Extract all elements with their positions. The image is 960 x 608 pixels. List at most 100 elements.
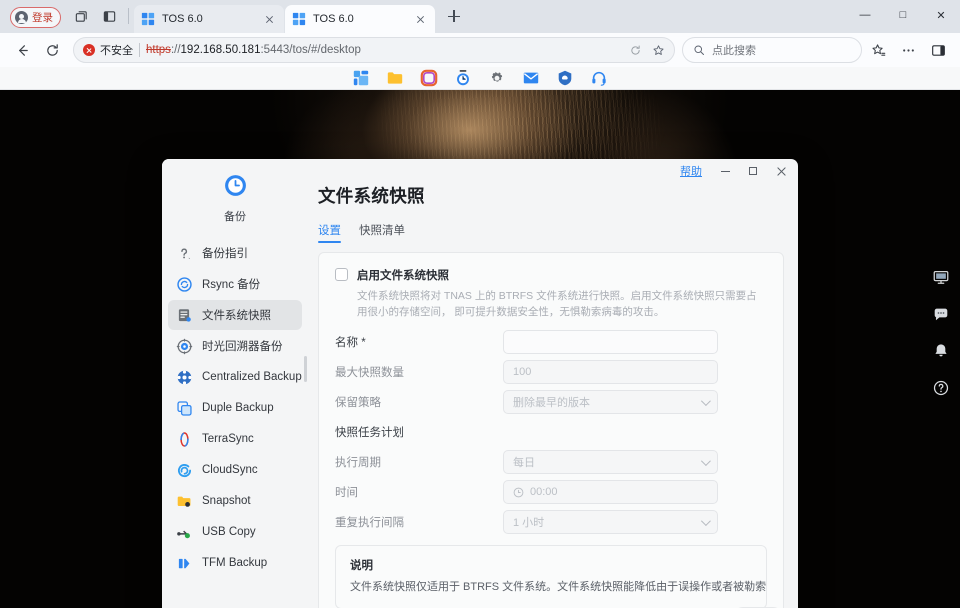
sidebar-item-tfm-backup[interactable]: TFM Backup [168,548,302,578]
file-manager-icon[interactable] [386,69,404,87]
tabstrip-divider [128,8,129,24]
field-period: 执行周期 每日 [335,450,767,475]
sidebar-toggle-icon[interactable] [924,36,952,64]
sidebar-item-label: 备份指引 [202,245,248,261]
profile-sign-in-button[interactable]: 登录 [10,7,61,28]
dialog-minimize-button[interactable] [712,160,738,182]
sidebar-item-centralized-backup[interactable]: Centralized Backup [168,362,302,392]
tab-strip: 登录 TOS 6.0 TOS 6.0 — □ ✕ [0,0,960,33]
sidebar-item-duple-backup[interactable]: Duple Backup [168,393,302,423]
refresh-page-icon[interactable] [625,40,645,60]
field-label-retention: 保留策略 [335,394,503,410]
sidebar-item-label: Centralized Backup [202,371,302,383]
search-box[interactable]: 点此搜索 [682,37,862,63]
browser-window-controls: — □ ✕ [846,0,960,30]
field-time: 时间 00:00 [335,480,767,505]
mail-icon[interactable] [522,69,540,87]
close-button[interactable]: ✕ [922,0,960,30]
interval-value: 1 小时 [513,514,544,530]
insecure-label: 不安全 [100,42,133,58]
browser-window: 登录 TOS 6.0 TOS 6.0 — □ ✕ [0,0,960,608]
browser-tab-2[interactable]: TOS 6.0 [285,5,435,33]
insecure-badge[interactable]: 不安全 [83,42,133,58]
maximize-button[interactable]: □ [884,0,922,30]
back-icon[interactable] [8,36,36,64]
tab-close-icon[interactable] [413,12,428,27]
sidebar-item-snapshot[interactable]: Snapshot [168,486,302,516]
backup-icon[interactable] [454,69,472,87]
terrasync-icon [176,431,193,448]
address-bar[interactable]: 不安全 https://192.168.50.181:5443/tos/#/de… [73,37,675,63]
support-icon[interactable] [590,69,608,87]
desktop-right-dock [928,268,954,397]
app-name-label: 备份 [224,208,246,224]
url-scheme: https [146,44,171,56]
sidebar-item-time-machine-backup[interactable]: 时光回溯器备份 [168,331,302,361]
time-input[interactable]: 00:00 [503,480,718,504]
tab-collections-icon[interactable] [68,3,94,29]
period-value: 每日 [513,454,535,470]
account-avatar-icon [15,11,28,24]
help-link[interactable]: 帮助 [680,163,702,179]
security-icon[interactable] [556,69,574,87]
favorites-icon[interactable] [864,36,892,64]
split-screen-icon[interactable] [96,3,122,29]
dashboard-icon[interactable] [352,69,370,87]
chat-icon[interactable] [932,305,950,323]
tab-settings[interactable]: 设置 [318,222,341,243]
sidebar-item-backup-guide[interactable]: 备份指引 [168,238,302,268]
omnibox-divider [139,43,140,57]
photos-icon[interactable] [420,69,438,87]
max-count-input[interactable]: 100 [503,360,718,384]
time-value: 00:00 [530,486,558,498]
url-text: https://192.168.50.181:5443/tos/#/deskto… [146,44,619,56]
rsync-icon [176,276,193,293]
sidebar-item-label: USB Copy [202,526,256,538]
control-panel-icon[interactable] [488,69,506,87]
chevron-down-icon [701,396,711,406]
period-select[interactable]: 每日 [503,450,718,474]
sidebar-item-cloudsync[interactable]: CloudSync [168,455,302,485]
page-content: 帮助 备份 [0,67,960,608]
retention-select[interactable]: 删除最早的版本 [503,390,718,414]
new-tab-button[interactable] [441,3,467,29]
bookmark-star-icon[interactable] [648,40,668,60]
snapshot-folder-icon [176,493,193,510]
tos-desktop: 帮助 备份 [0,90,960,608]
sidebar-item-rsync-backup[interactable]: Rsync 备份 [168,269,302,299]
tab-title: TOS 6.0 [313,13,406,25]
dialog-maximize-button[interactable] [740,160,766,182]
schedule-section-label: 快照任务计划 [335,420,767,445]
url-path: :5443/tos/#/desktop [260,44,360,56]
backup-app-icon [223,173,248,203]
minimize-button[interactable]: — [846,0,884,30]
monitor-icon[interactable] [932,268,950,286]
tos-taskbar [0,67,960,90]
sidebar-item-terrasync[interactable]: TerraSync [168,424,302,454]
sidebar-scrollbar[interactable] [304,356,307,382]
note-title: 说明 [350,557,752,573]
help-icon[interactable] [932,379,950,397]
dialog-tabs: 设置 快照清单 [318,222,784,243]
interval-select[interactable]: 1 小时 [503,510,718,534]
tab-close-icon[interactable] [262,12,277,27]
field-label-period: 执行周期 [335,454,503,470]
profile-label: 登录 [32,10,53,25]
dialog-close-button[interactable] [768,160,794,182]
sidebar-item-label: 文件系统快照 [202,307,271,323]
enable-snapshot-row[interactable]: 启用文件系统快照 [335,267,767,283]
sidebar-list: 备份指引 Rsync 备份 文件系统快照 [162,238,308,578]
filesystem-snapshot-icon [176,307,193,324]
browser-tab-1[interactable]: TOS 6.0 [134,5,284,33]
url-separator: :// [171,44,181,56]
notification-icon[interactable] [932,342,950,360]
field-interval: 重复执行间隔 1 小时 [335,510,767,535]
name-input[interactable] [503,330,718,354]
reload-icon[interactable] [38,36,66,64]
sidebar-item-filesystem-snapshot[interactable]: 文件系统快照 [168,300,302,330]
enable-snapshot-checkbox[interactable] [335,268,348,281]
more-options-icon[interactable] [894,36,922,64]
field-label-max-count: 最大快照数量 [335,364,503,380]
sidebar-item-usb-copy[interactable]: USB Copy [168,517,302,547]
tab-snapshot-list[interactable]: 快照清单 [359,222,405,243]
